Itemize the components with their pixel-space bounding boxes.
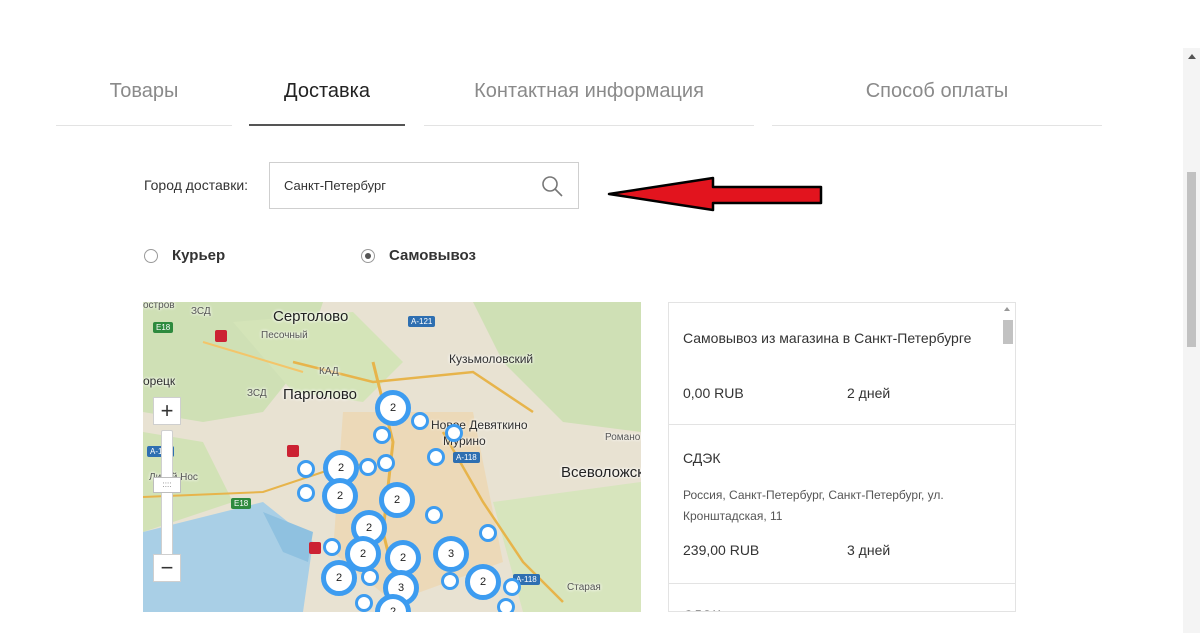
road-marker-icon (215, 330, 227, 342)
map-label: Романо (605, 432, 641, 443)
tab-goods-label: Товары (109, 80, 179, 102)
tab-underline (56, 125, 232, 126)
road-badge: A-121 (408, 316, 436, 327)
map-pin[interactable] (359, 458, 377, 476)
pickup-address: Россия, Санкт-Петербург, Санкт-Петербург… (683, 488, 944, 523)
tab-contact-info-label: Контактная информация (474, 80, 704, 102)
pickup-price: 239,00 RUB (683, 542, 760, 558)
map-pin[interactable] (425, 506, 443, 524)
pickup-days: 3 дней (847, 542, 891, 558)
delivery-option-courier[interactable]: Курьер (144, 247, 225, 264)
road-badge: A-118 (453, 452, 480, 463)
road-badge: E18 (153, 322, 174, 333)
map-pin[interactable] (297, 484, 315, 502)
tab-goods[interactable]: Товары (56, 76, 232, 126)
pickup-name: СДЭК (683, 584, 1001, 611)
radio-pickup[interactable] (361, 248, 375, 263)
map-label: остров (143, 302, 175, 311)
map-pin[interactable] (427, 448, 445, 466)
map-pin[interactable] (411, 412, 429, 430)
tab-underline (772, 125, 1102, 126)
map-label: Старая (567, 582, 601, 593)
map-pin[interactable] (377, 454, 395, 472)
zoom-out-button[interactable]: − (153, 554, 181, 582)
map-cluster[interactable]: 2 (375, 390, 411, 426)
list-item[interactable]: СДЭК Россия, Санкт-Петербург, Санкт-Пете… (669, 425, 1015, 584)
tab-delivery-label: Доставка (284, 80, 370, 102)
pickup-days: 2 дней (847, 385, 891, 401)
city-input[interactable] (284, 163, 534, 208)
map-pin[interactable] (441, 572, 459, 590)
zoom-slider[interactable] (161, 430, 173, 560)
road-marker-icon (287, 445, 299, 457)
red-arrow-annotation (607, 176, 823, 212)
tab-underline (424, 125, 754, 126)
list-scrollbar[interactable] (1001, 303, 1013, 611)
map-pin[interactable] (297, 460, 315, 478)
map-cluster[interactable]: 2 (321, 560, 357, 596)
map-pin[interactable] (445, 424, 463, 442)
map-pin[interactable] (373, 426, 391, 444)
map-cluster[interactable]: 2 (322, 478, 358, 514)
tab-payment-method-label: Способ оплаты (865, 80, 1009, 102)
pickup-price: 0,00 RUB (683, 385, 744, 401)
map-label: Парголово (283, 386, 358, 403)
map-pin[interactable] (355, 594, 373, 612)
zoom-slider-handle[interactable]: :::: (153, 477, 181, 493)
map-cluster[interactable]: 3 (433, 536, 469, 572)
tab-delivery[interactable]: Доставка (249, 76, 405, 126)
map-label: Кузьмоловский (449, 352, 534, 366)
search-icon[interactable] (540, 174, 564, 198)
pickup-label: Самовывоз (389, 247, 476, 264)
map-pin[interactable] (323, 538, 341, 556)
map-pin[interactable] (503, 578, 521, 596)
pickup-name: Самовывоз из магазина в Санкт-Петербурге (683, 330, 972, 346)
map-label: КАД (319, 366, 339, 377)
map-label: Сертолово (273, 308, 349, 325)
road-marker-icon (309, 542, 321, 554)
scroll-up-arrow-icon[interactable] (1188, 54, 1196, 59)
list-scrollbar-thumb[interactable] (1003, 320, 1013, 344)
map-label: орецк (143, 374, 176, 388)
delivery-option-pickup[interactable]: Самовывоз (361, 247, 476, 264)
tab-contact-info[interactable]: Контактная информация (424, 76, 754, 126)
pickup-map[interactable]: остров ЗСД Сертолово A-121 E18 Песочный … (143, 302, 641, 612)
city-label: Город доставки: (144, 177, 249, 193)
list-item[interactable]: СДЭК (669, 584, 1015, 611)
scroll-up-arrow-icon[interactable] (1004, 307, 1010, 311)
map-pin[interactable] (479, 524, 497, 542)
page-scrollbar-thumb[interactable] (1187, 172, 1196, 347)
map-label: ЗСД (191, 306, 211, 317)
list-item[interactable]: Самовывоз из магазина в Санкт-Петербурге… (669, 303, 1015, 425)
road-badge: E18 (231, 498, 252, 509)
radio-courier[interactable] (144, 248, 158, 263)
map-label: ЗСД (247, 388, 267, 399)
page-scrollbar[interactable] (1183, 48, 1200, 633)
map-cluster[interactable]: 2 (379, 482, 415, 518)
map-cluster[interactable]: 2 (465, 564, 501, 600)
zoom-in-button[interactable]: + (153, 397, 181, 425)
tab-underline-active (249, 124, 405, 126)
pickup-points-list: Самовывоз из магазина в Санкт-Петербурге… (668, 302, 1016, 612)
courier-label: Курьер (172, 247, 226, 264)
pickup-name: СДЭК (683, 450, 721, 466)
tab-payment-method[interactable]: Способ оплаты (772, 76, 1102, 126)
map-label: Песочный (261, 330, 308, 341)
map-pin[interactable] (497, 598, 515, 612)
city-field[interactable] (269, 162, 579, 209)
checkout-tabs: Товары Доставка Контактная информация Сп… (56, 76, 1102, 126)
map-label: Всеволожск (561, 464, 641, 481)
